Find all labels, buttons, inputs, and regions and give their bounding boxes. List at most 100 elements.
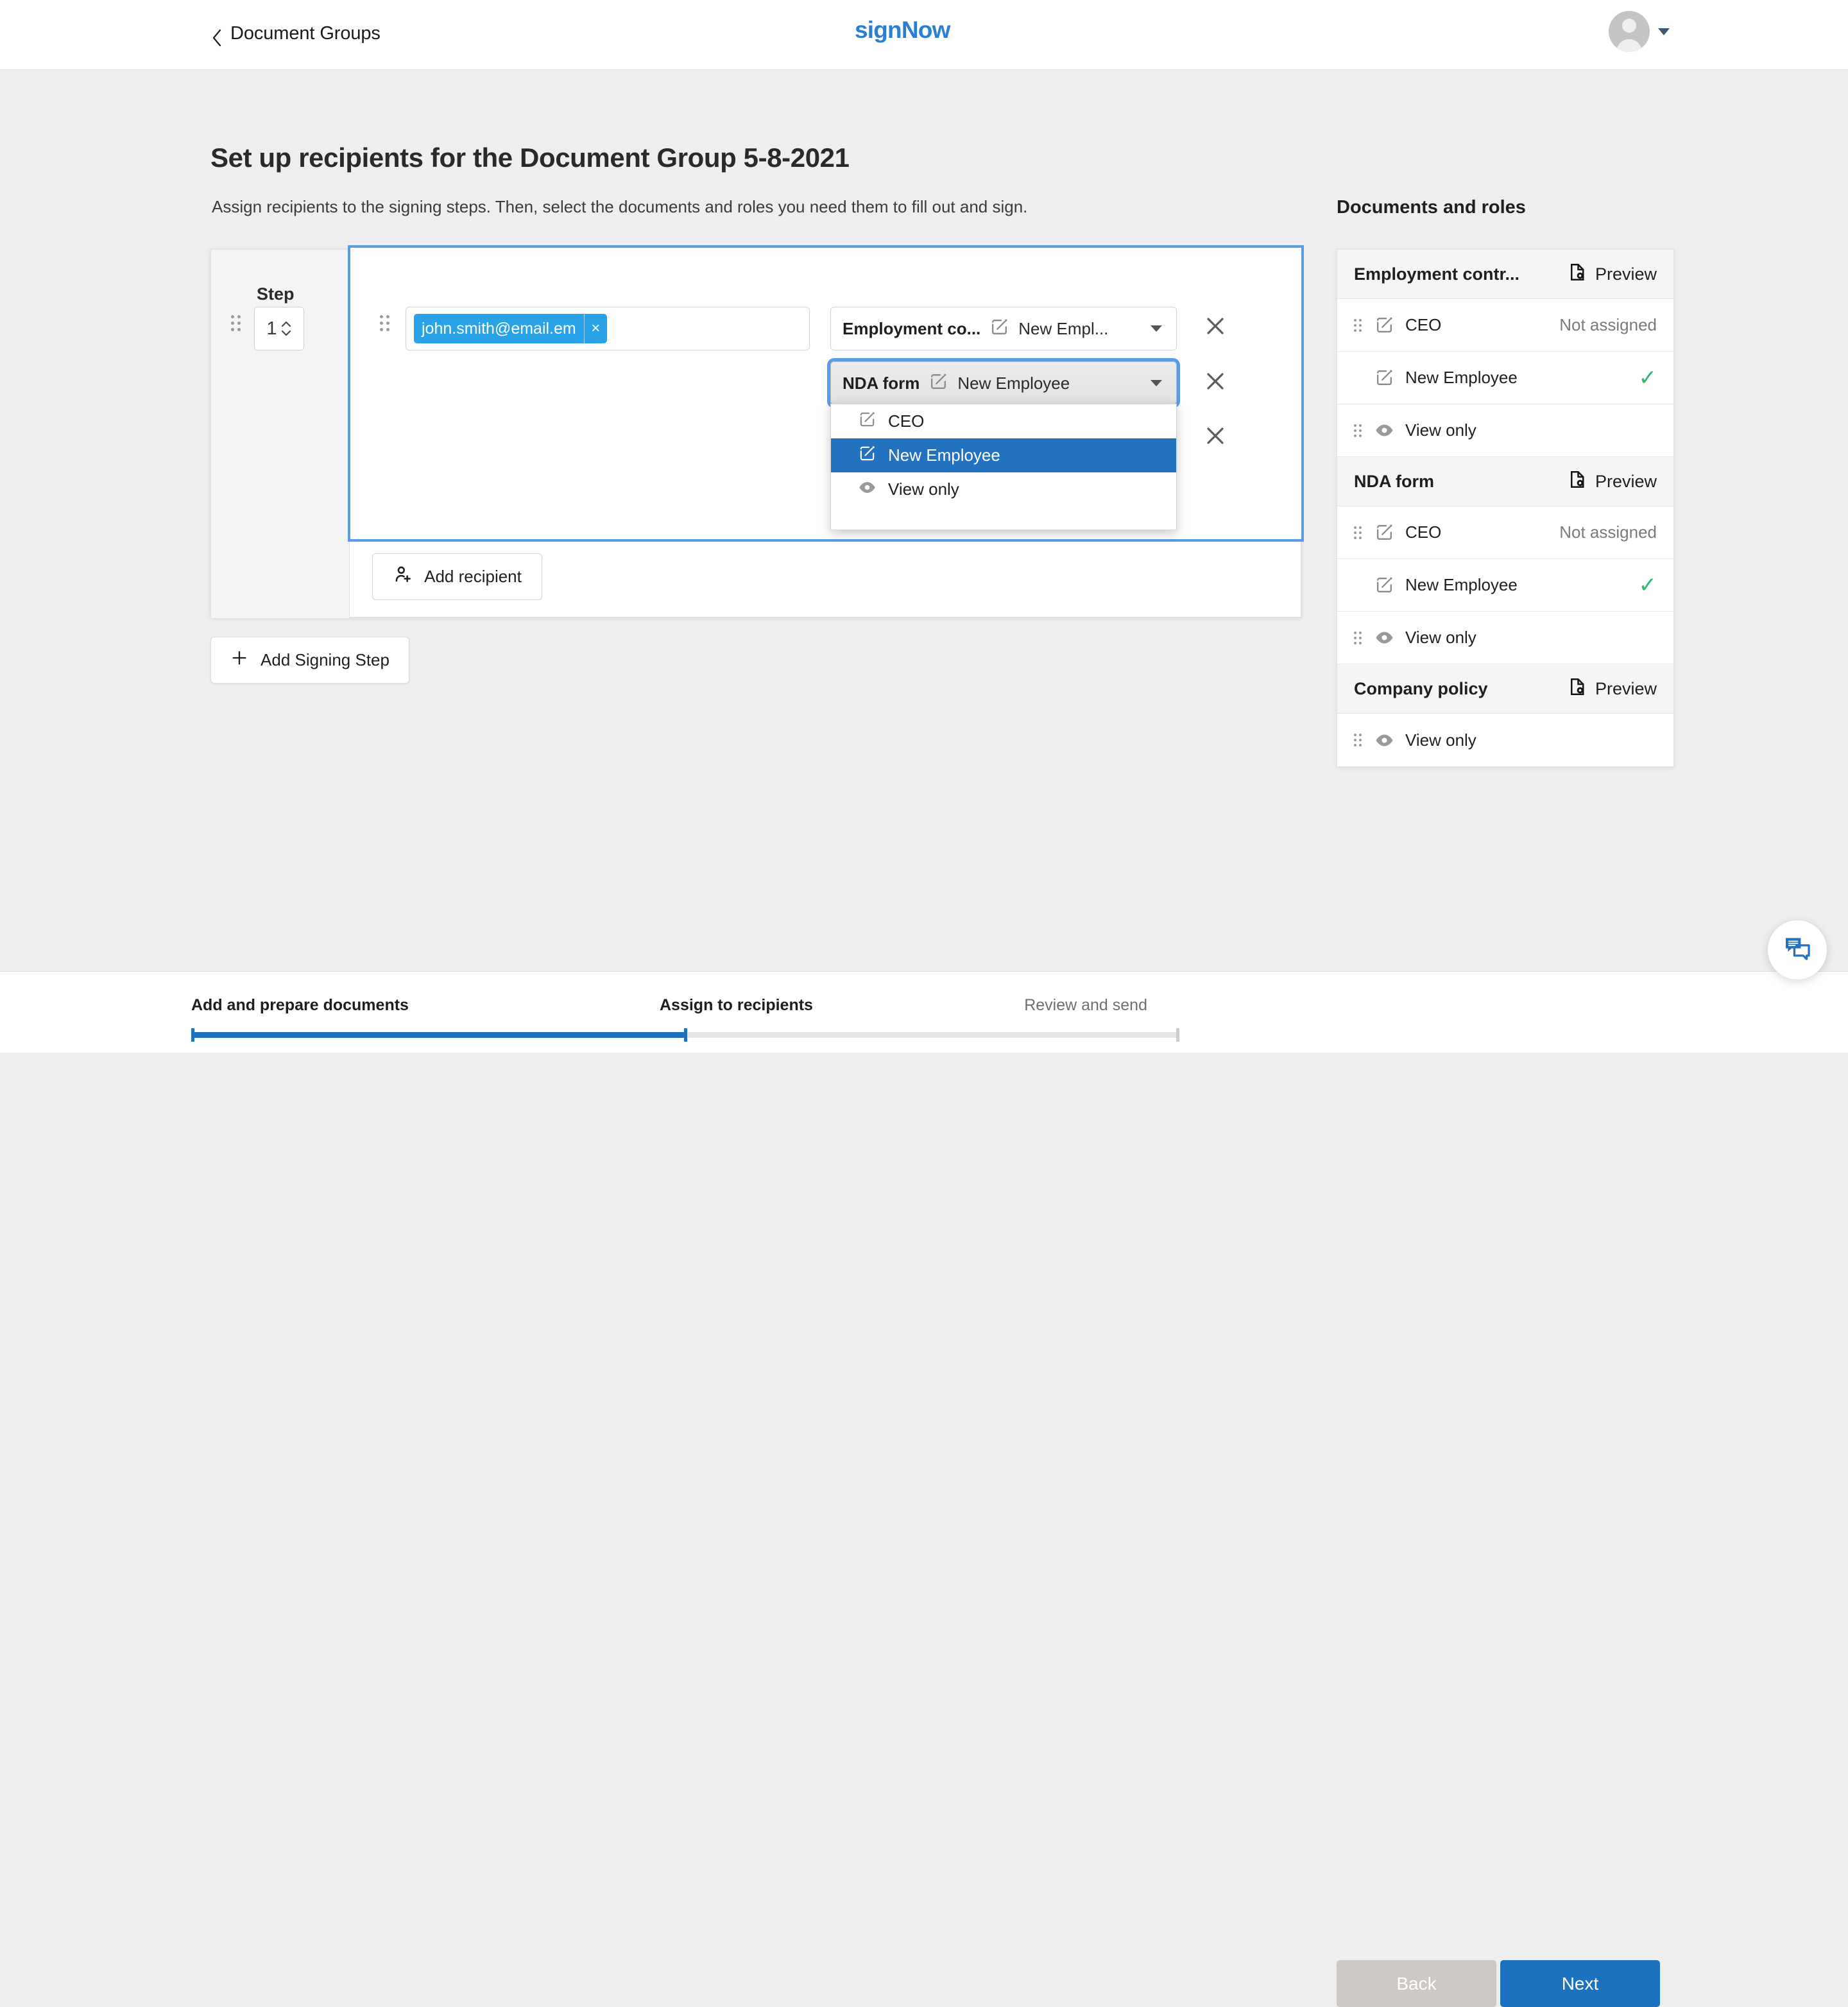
drag-handle-icon	[1354, 526, 1362, 539]
role-label: View only	[1405, 420, 1657, 440]
document-group-header: Employment contr... Preview	[1337, 250, 1673, 299]
wizard-node-1	[191, 1028, 194, 1042]
back-button[interactable]: Back	[1337, 1960, 1496, 2007]
assignment-row-active: NDA form New Employee	[830, 361, 1177, 405]
app-header: Document Groups signNow	[0, 0, 1848, 70]
chevron-down-icon	[1151, 380, 1162, 386]
role-drag-handle[interactable]	[1354, 319, 1374, 332]
page-title: Set up recipients for the Document Group…	[210, 142, 850, 173]
wizard-node-3	[1176, 1028, 1179, 1042]
role-label: New Employee	[1405, 575, 1639, 595]
signature-edit-icon	[1374, 315, 1405, 335]
role-label: View only	[1405, 730, 1657, 750]
page-subtitle: Assign recipients to the signing steps. …	[212, 197, 1027, 217]
check-icon: ✓	[1639, 573, 1657, 598]
role-row[interactable]: CEO Not assigned	[1337, 506, 1673, 559]
role-option-label: CEO	[888, 411, 924, 431]
next-button[interactable]: Next	[1500, 1960, 1660, 2007]
role-label: New Employee	[1405, 368, 1639, 388]
recipient-drag-handle[interactable]	[380, 315, 389, 331]
role-row[interactable]: New Employee ✓	[1337, 352, 1673, 404]
document-group-header: Company policy Preview	[1337, 664, 1673, 714]
email-chip[interactable]: john.smith@email.em ×	[414, 314, 607, 343]
chevron-down-icon	[1658, 28, 1670, 35]
role-label: CEO	[1405, 315, 1559, 335]
documents-and-roles-panel: Employment contr... Preview CEO Not assi…	[1337, 249, 1674, 767]
role-dropdown-menu[interactable]: CEO New Employee View only	[830, 404, 1177, 530]
check-icon: ✓	[1639, 365, 1657, 391]
wizard-progress: Add and prepare documents Assign to reci…	[191, 996, 1286, 1038]
role-option-view-only[interactable]: View only	[831, 472, 1176, 506]
remove-assignment-button[interactable]	[1201, 367, 1229, 395]
add-signing-step-button[interactable]: Add Signing Step	[210, 637, 409, 684]
document-name-label: Employment co...	[843, 319, 980, 339]
stepper-arrows[interactable]	[280, 320, 292, 337]
document-preview-icon	[1568, 470, 1587, 494]
signature-edit-icon	[989, 317, 1009, 340]
role-drag-handle[interactable]	[1354, 632, 1374, 644]
remove-assignment-button[interactable]	[1201, 422, 1229, 450]
role-drag-handle[interactable]	[1354, 734, 1374, 746]
document-name-label: NDA form	[843, 374, 920, 393]
preview-label: Preview	[1595, 264, 1657, 284]
preview-button[interactable]: Preview	[1568, 470, 1657, 494]
close-icon[interactable]: ×	[584, 314, 607, 343]
add-recipient-button[interactable]: Add recipient	[372, 553, 542, 600]
drag-handle-icon	[1354, 319, 1362, 332]
email-chip-label: john.smith@email.em	[414, 314, 584, 343]
role-option-new-employee[interactable]: New Employee	[831, 438, 1176, 472]
chat-bubbles-icon	[1783, 934, 1812, 967]
preview-label: Preview	[1595, 472, 1657, 492]
drag-handle-icon	[380, 315, 389, 331]
wizard-progress-fill	[191, 1032, 685, 1038]
step-number-stepper[interactable]: 1	[254, 307, 304, 350]
role-option-ceo[interactable]: CEO	[831, 404, 1176, 438]
role-row[interactable]: New Employee ✓	[1337, 559, 1673, 612]
signature-edit-icon	[1374, 368, 1405, 388]
add-signing-step-label: Add Signing Step	[261, 650, 389, 670]
remove-assignment-button[interactable]	[1201, 312, 1229, 340]
signature-edit-icon	[928, 372, 948, 395]
role-row[interactable]: CEO Not assigned	[1337, 299, 1673, 352]
role-row[interactable]: View only	[1337, 404, 1673, 457]
wizard-step-add-documents[interactable]: Add and prepare documents	[191, 996, 409, 1015]
role-row[interactable]: View only	[1337, 612, 1673, 664]
document-preview-icon	[1568, 263, 1587, 286]
role-status: Not assigned	[1559, 315, 1657, 335]
account-menu[interactable]	[1609, 11, 1670, 52]
drag-handle-icon	[231, 315, 241, 331]
eye-icon	[1374, 420, 1405, 440]
role-name-label: New Empl...	[1018, 319, 1108, 339]
step-drag-handle[interactable]	[231, 315, 241, 331]
wizard-node-2	[684, 1028, 687, 1042]
recipient-email-input[interactable]: john.smith@email.em ×	[406, 307, 810, 350]
role-row[interactable]: View only	[1337, 714, 1673, 766]
eye-icon	[858, 478, 877, 501]
role-label: CEO	[1405, 522, 1559, 542]
app-footer: Add and prepare documents Assign to reci…	[0, 971, 1848, 1053]
wizard-step-review-send[interactable]: Review and send	[1024, 996, 1147, 1015]
chevron-up-icon	[280, 320, 292, 328]
document-role-select[interactable]: Employment co... New Empl...	[830, 307, 1177, 350]
wizard-progress-track	[191, 1032, 1179, 1038]
assignment-row: Employment co... New Empl...	[830, 307, 1177, 350]
preview-button[interactable]: Preview	[1568, 263, 1657, 286]
document-group-header: NDA form Preview	[1337, 457, 1673, 506]
wizard-step-assign-recipients[interactable]: Assign to recipients	[660, 996, 813, 1015]
document-role-select-open[interactable]: NDA form New Employee	[830, 361, 1177, 405]
role-option-label: View only	[888, 479, 959, 499]
chat-support-button[interactable]	[1768, 920, 1827, 979]
role-drag-handle[interactable]	[1354, 424, 1374, 437]
preview-button[interactable]: Preview	[1568, 677, 1657, 701]
add-user-icon	[393, 564, 413, 589]
wizard-progress-labels: Add and prepare documents Assign to reci…	[191, 996, 1286, 1022]
role-drag-handle[interactable]	[1354, 526, 1374, 539]
role-label: View only	[1405, 628, 1657, 648]
back-to-document-groups-link[interactable]: Document Groups	[212, 23, 381, 44]
preview-label: Preview	[1595, 679, 1657, 699]
add-recipient-label: Add recipient	[424, 567, 522, 587]
signature-edit-icon	[858, 444, 877, 467]
signnow-logo[interactable]: signNow	[855, 17, 950, 44]
signature-edit-icon	[1374, 575, 1405, 595]
step-column-header: Step	[257, 284, 295, 304]
